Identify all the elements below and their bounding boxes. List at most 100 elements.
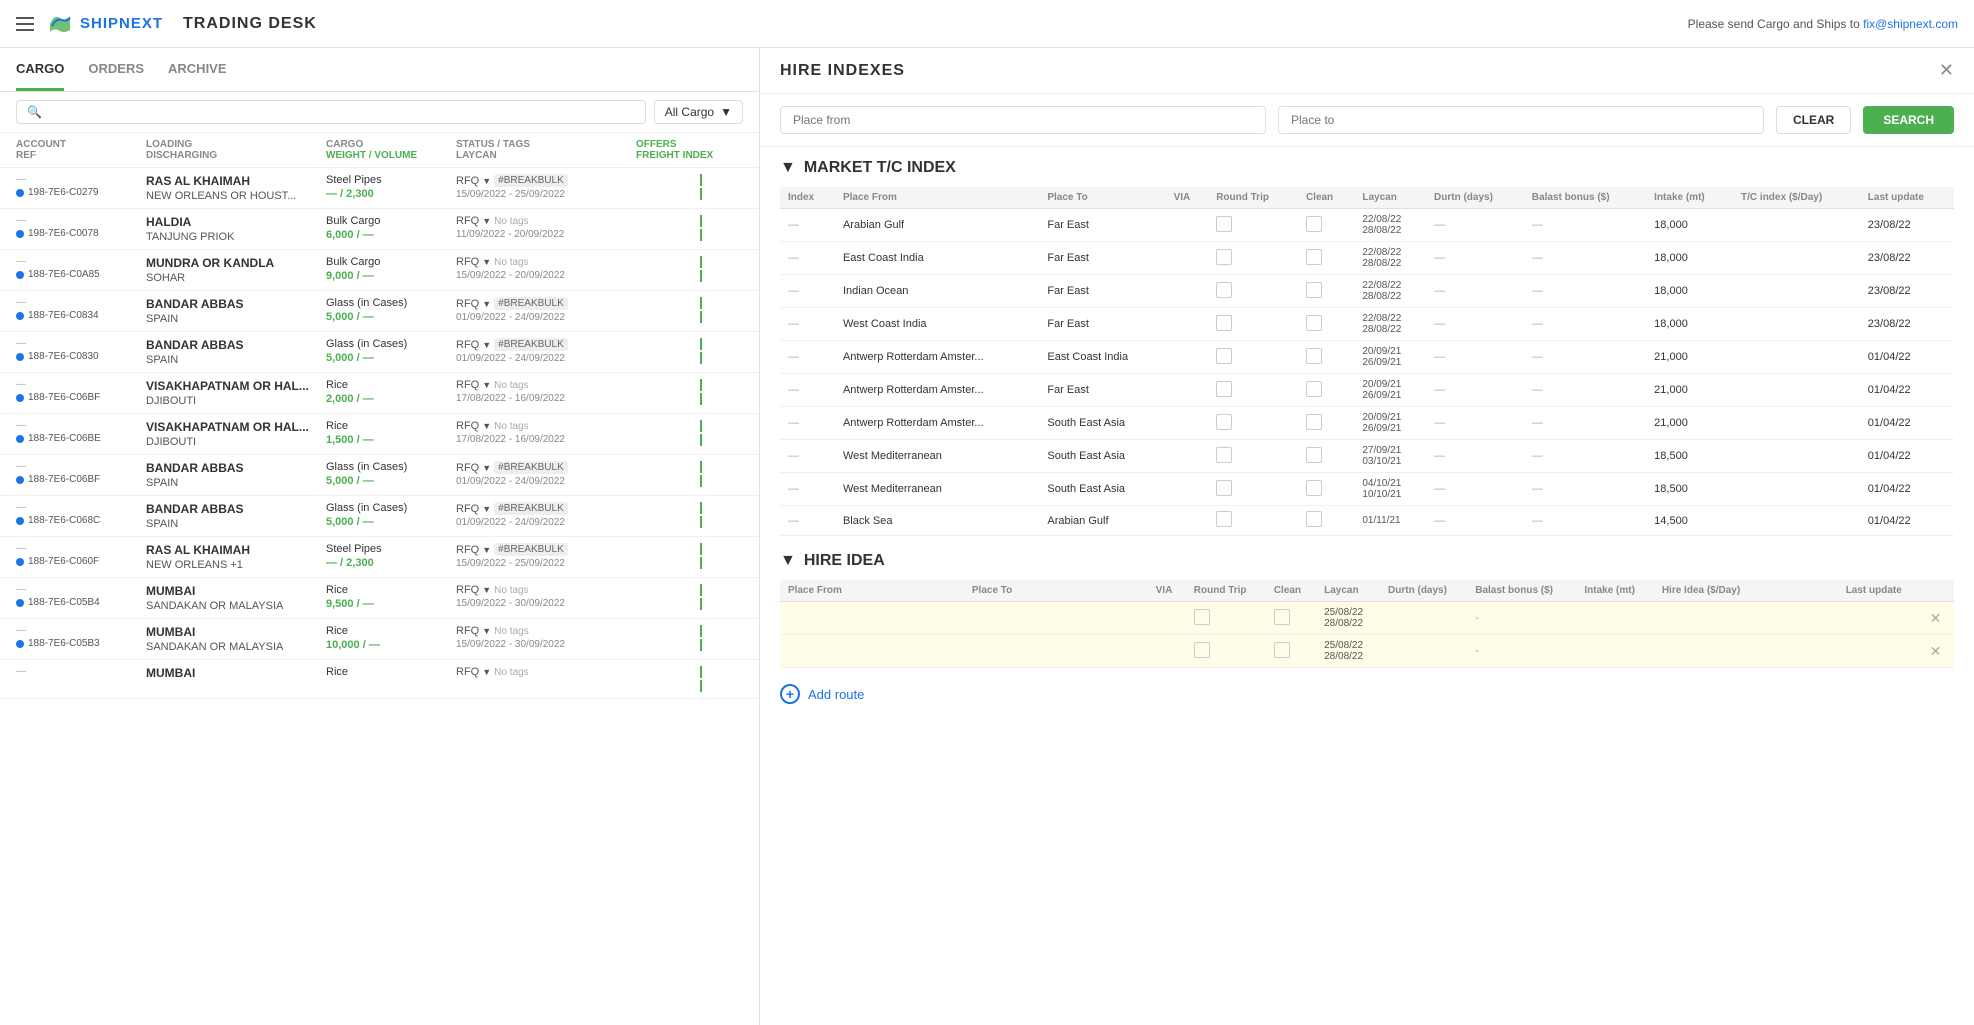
tc-round-trip: [1208, 275, 1298, 308]
tc-intake: 18,500: [1646, 473, 1733, 506]
hi-hire-idea-input[interactable]: [1662, 645, 1830, 657]
th-via: VIA: [1166, 187, 1209, 209]
round-trip-checkbox[interactable]: [1216, 282, 1232, 298]
hi-delete: ✕: [1922, 635, 1954, 668]
round-trip-checkbox[interactable]: [1216, 414, 1232, 430]
hire-search-button[interactable]: SEARCH: [1863, 106, 1954, 134]
tab-orders[interactable]: ORDERS: [88, 49, 144, 91]
ref-dash: —: [16, 543, 146, 554]
tab-cargo[interactable]: CARGO: [16, 49, 64, 91]
hire-idea-section-title[interactable]: ▼ HIRE IDEA: [780, 552, 1954, 570]
laycan-date: 01/09/2022 - 24/09/2022: [456, 353, 636, 364]
rfq-label: RFQ: [456, 256, 479, 268]
clean-checkbox[interactable]: [1306, 480, 1322, 496]
tc-durtn: —: [1426, 341, 1524, 374]
hi-place-from-input[interactable]: [788, 612, 956, 624]
clean-checkbox[interactable]: [1306, 447, 1322, 463]
status-rfq: RFQ ▼ #BREAKBULK: [456, 174, 636, 187]
status-rfq: RFQ ▼ #BREAKBULK: [456, 297, 636, 310]
hi-round-trip-checkbox[interactable]: [1194, 642, 1210, 658]
cargo-type: Steel Pipes: [326, 543, 456, 555]
tc-tc-index: [1733, 440, 1860, 473]
table-row: — 188-7E6-C06BF VISAKHAPATNAM OR HAL... …: [0, 373, 759, 414]
delete-row-button[interactable]: ✕: [1930, 610, 1942, 626]
round-trip-checkbox[interactable]: [1216, 348, 1232, 364]
tc-place-from: West Mediterranean: [835, 440, 1039, 473]
market-tc-row: — Antwerp Rotterdam Amster... South East…: [780, 407, 1954, 440]
delete-row-button[interactable]: ✕: [1930, 643, 1942, 659]
round-trip-checkbox[interactable]: [1216, 511, 1232, 527]
clean-checkbox[interactable]: [1306, 282, 1322, 298]
support-email[interactable]: fix@shipnext.com: [1863, 17, 1958, 31]
hi-clean-checkbox[interactable]: [1274, 609, 1290, 625]
clean-checkbox[interactable]: [1306, 216, 1322, 232]
chevron-icon: ▼: [482, 340, 491, 350]
status-dot: [16, 599, 24, 607]
hi-place-to-input[interactable]: [972, 645, 1140, 657]
freight-bar: [700, 680, 702, 692]
chevron-icon: ▼: [482, 626, 491, 636]
close-button[interactable]: ✕: [1939, 60, 1954, 81]
tc-clean: [1298, 242, 1354, 275]
place-to-input[interactable]: [1278, 106, 1764, 134]
round-trip-checkbox[interactable]: [1216, 480, 1232, 496]
hi-balast: -: [1467, 602, 1576, 635]
place-from-input[interactable]: [780, 106, 1266, 134]
clean-checkbox[interactable]: [1306, 315, 1322, 331]
discharging-port: SPAIN: [146, 477, 326, 489]
tag-breakbulk: #BREAKBULK: [494, 461, 568, 474]
rfq-label: RFQ: [456, 544, 479, 556]
tag-breakbulk: #BREAKBULK: [494, 297, 568, 310]
market-tc-section-title[interactable]: ▼ MARKET T/C INDEX: [780, 159, 1954, 177]
hi-round-trip-checkbox[interactable]: [1194, 609, 1210, 625]
clean-checkbox[interactable]: [1306, 249, 1322, 265]
tc-via: [1166, 209, 1209, 242]
th-place-to: Place To: [1039, 187, 1165, 209]
hi-hire-idea[interactable]: [1654, 602, 1838, 635]
round-trip-checkbox[interactable]: [1216, 447, 1232, 463]
th-hi-place-from: Place From: [780, 580, 964, 602]
clean-checkbox[interactable]: [1306, 414, 1322, 430]
hi-place-from-input[interactable]: [788, 645, 956, 657]
tc-place-to: South East Asia: [1039, 407, 1165, 440]
freight-bar: [700, 270, 702, 282]
tc-index: —: [780, 275, 835, 308]
clean-checkbox[interactable]: [1306, 511, 1322, 527]
hi-hire-idea[interactable]: [1654, 635, 1838, 668]
chevron-icon: ▼: [482, 585, 491, 595]
hi-place-to[interactable]: [964, 635, 1148, 668]
search-input[interactable]: [48, 105, 635, 119]
hamburger-menu[interactable]: [16, 17, 34, 31]
clean-checkbox[interactable]: [1306, 348, 1322, 364]
th-balast: Balast bonus ($): [1524, 187, 1646, 209]
status-rfq: RFQ ▼ #BREAKBULK: [456, 461, 636, 474]
clear-button[interactable]: CLEAR: [1776, 106, 1851, 134]
loading-port: MUMBAI: [146, 666, 326, 680]
search-icon: 🔍: [27, 105, 42, 119]
round-trip-checkbox[interactable]: [1216, 216, 1232, 232]
cargo-weight: 9,000 / —: [326, 270, 456, 282]
discharging-port: SPAIN: [146, 518, 326, 530]
tc-place-from: East Coast India: [835, 242, 1039, 275]
clean-checkbox[interactable]: [1306, 381, 1322, 397]
hi-clean-checkbox[interactable]: [1274, 642, 1290, 658]
hi-place-to-input[interactable]: [972, 612, 1140, 624]
chevron-icon: ▼: [482, 504, 491, 514]
hi-place-from[interactable]: [780, 635, 964, 668]
tc-via: [1166, 473, 1209, 506]
th-hi-last-update: Last update: [1838, 580, 1922, 602]
chevron-icon: ▼: [482, 176, 491, 186]
filter-dropdown[interactable]: All Cargo ▼: [654, 100, 743, 124]
market-tc-row: — Black Sea Arabian Gulf 01/11/21 — — 14…: [780, 506, 1954, 536]
round-trip-checkbox[interactable]: [1216, 381, 1232, 397]
round-trip-checkbox[interactable]: [1216, 249, 1232, 265]
hi-place-from[interactable]: [780, 602, 964, 635]
hi-hire-idea-input[interactable]: [1662, 612, 1830, 624]
cargo-cell: Steel Pipes — / 2,300: [326, 174, 456, 200]
hi-place-to[interactable]: [964, 602, 1148, 635]
tc-intake: 18,000: [1646, 275, 1733, 308]
add-route-button[interactable]: + Add route: [780, 684, 1954, 704]
offers-bar: [700, 297, 702, 309]
tab-archive[interactable]: ARCHIVE: [168, 49, 227, 91]
round-trip-checkbox[interactable]: [1216, 315, 1232, 331]
